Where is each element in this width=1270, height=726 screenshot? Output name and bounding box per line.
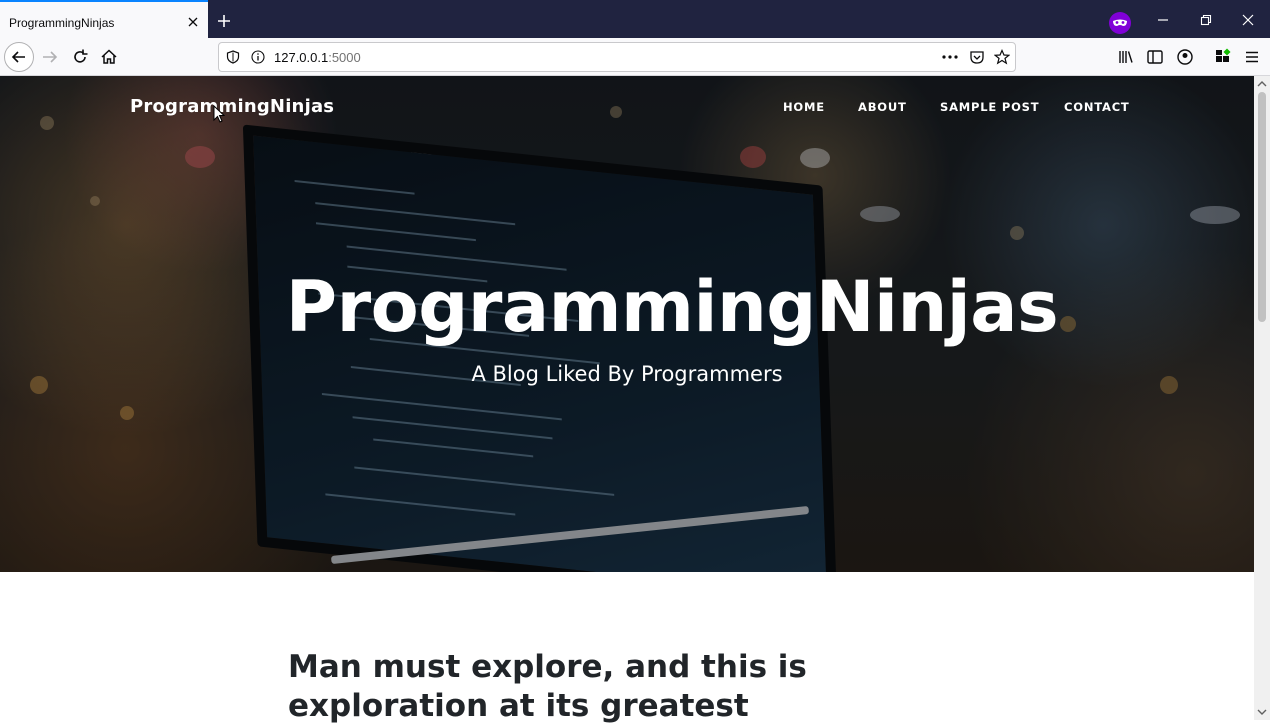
browser-toolbar: 127.0.0.1:5000 xyxy=(0,38,1270,76)
home-icon[interactable] xyxy=(99,47,119,67)
scroll-up-icon[interactable] xyxy=(1257,79,1267,89)
plus-icon[interactable] xyxy=(216,13,232,29)
page-scrollbar[interactable] xyxy=(1254,76,1270,720)
scroll-down-icon[interactable] xyxy=(1257,707,1267,717)
nav-home-link[interactable]: HOME xyxy=(783,100,825,114)
pocket-icon[interactable] xyxy=(969,49,985,65)
window-close-icon[interactable] xyxy=(1241,13,1255,27)
back-button[interactable] xyxy=(4,42,34,72)
minimize-icon[interactable] xyxy=(1156,13,1170,27)
private-mask-icon[interactable] xyxy=(1109,12,1131,34)
nav-about-link[interactable]: ABOUT xyxy=(858,100,907,114)
tab-title: ProgrammingNinjas xyxy=(9,16,115,30)
url-text[interactable]: 127.0.0.1:5000 xyxy=(274,50,361,65)
forward-arrow-icon[interactable] xyxy=(40,47,60,67)
more-icon[interactable] xyxy=(941,50,959,64)
reload-icon[interactable] xyxy=(70,47,90,67)
site-brand-link[interactable]: ProgrammingNinjas xyxy=(130,96,334,117)
tab-strip: ProgrammingNinjas xyxy=(0,0,1270,38)
mouse-cursor-icon xyxy=(213,105,225,123)
nav-contact-link[interactable]: CONTACT xyxy=(1064,100,1130,114)
sidebar-icon[interactable] xyxy=(1145,47,1165,67)
close-icon[interactable] xyxy=(187,16,199,28)
url-host: 127.0.0.1 xyxy=(274,50,329,65)
tab-active[interactable]: ProgrammingNinjas xyxy=(0,0,208,38)
hamburger-menu-icon[interactable] xyxy=(1242,47,1262,67)
restore-icon[interactable] xyxy=(1199,13,1213,27)
url-port: :5000 xyxy=(328,50,361,65)
main-content: Man must explore, and this is exploratio… xyxy=(0,572,1254,724)
info-icon[interactable] xyxy=(251,50,265,64)
nav-sample-post-link[interactable]: SAMPLE POST xyxy=(940,100,1039,114)
library-icon[interactable] xyxy=(1116,47,1136,67)
back-arrow-icon xyxy=(11,51,25,63)
hero-header: ProgrammingNinjas HOME ABOUT SAMPLE POST… xyxy=(0,76,1254,572)
post-preview-title[interactable]: Man must explore, and this is exploratio… xyxy=(288,648,848,726)
hero-title: ProgrammingNinjas xyxy=(285,266,1059,348)
hero-subtitle: A Blog Liked By Programmers xyxy=(471,362,783,386)
shield-icon[interactable] xyxy=(226,50,240,64)
scrollbar-thumb[interactable] xyxy=(1258,92,1266,322)
url-bar[interactable]: 127.0.0.1:5000 xyxy=(218,42,1016,72)
extensions-icon[interactable] xyxy=(1213,47,1233,67)
star-icon[interactable] xyxy=(994,49,1010,65)
account-icon[interactable] xyxy=(1175,47,1195,67)
